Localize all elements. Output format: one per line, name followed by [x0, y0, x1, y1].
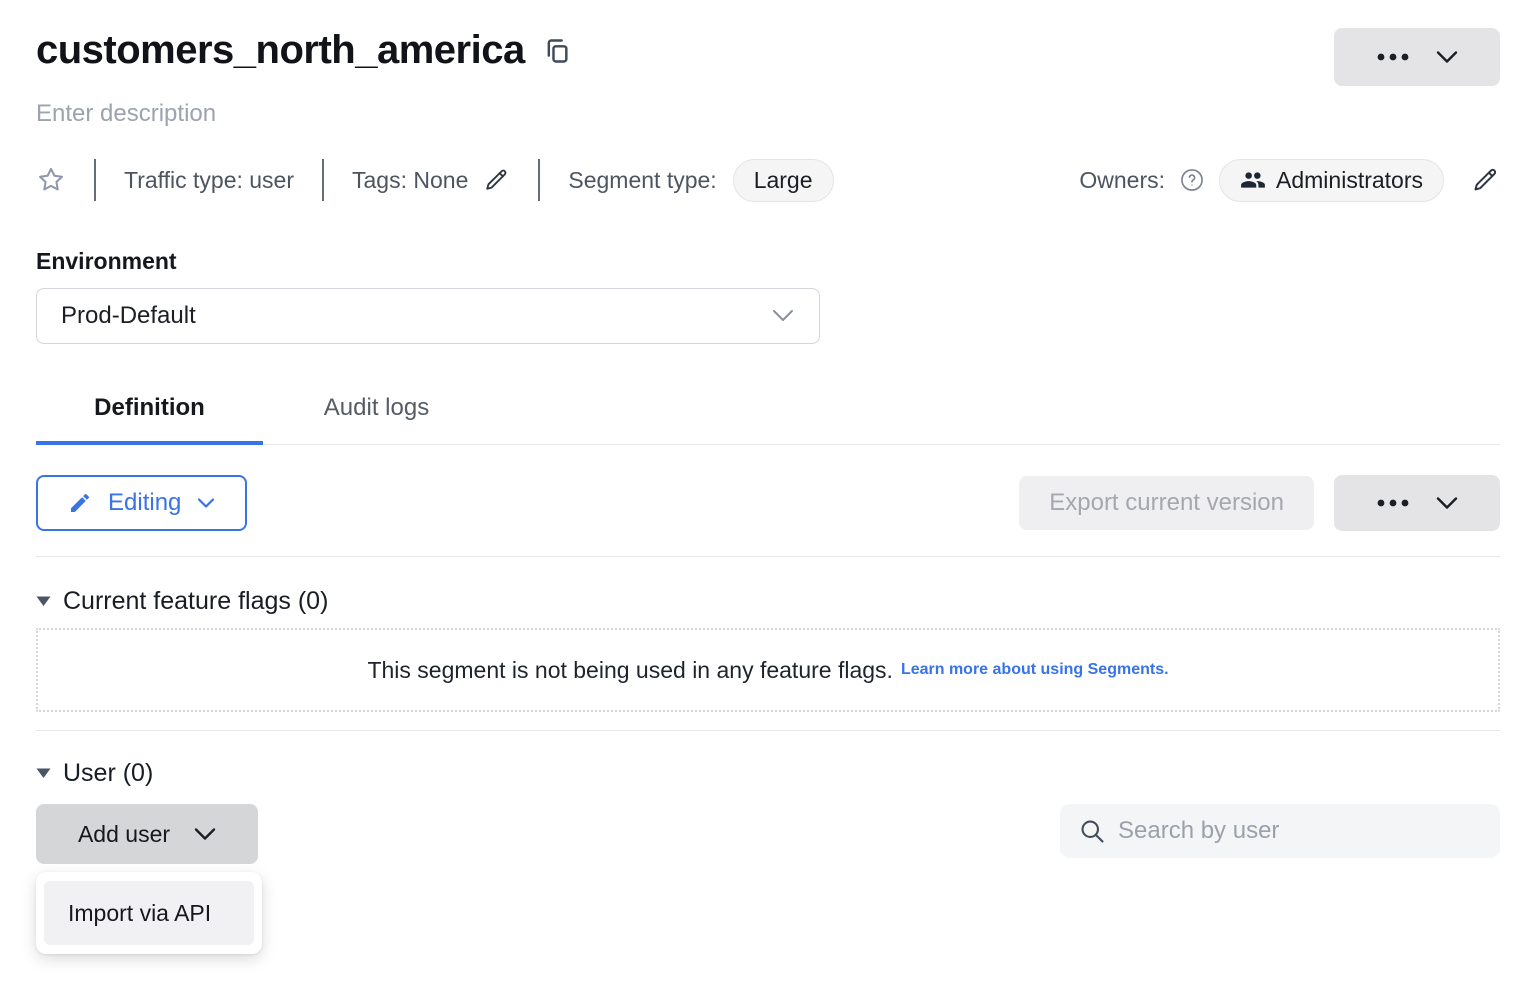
- owners-label: Owners:: [1079, 167, 1165, 194]
- feature-flags-section-header[interactable]: Current feature flags (0): [36, 587, 1500, 616]
- owners-help-button[interactable]: [1179, 167, 1205, 193]
- meta-divider: [538, 159, 540, 201]
- divider: [36, 556, 1500, 557]
- environment-selected-value: Prod-Default: [61, 302, 196, 330]
- edit-owners-button[interactable]: [1472, 166, 1500, 194]
- tab-audit-logs[interactable]: Audit logs: [263, 384, 490, 444]
- chevron-down-icon: [771, 308, 795, 324]
- pencil-filled-icon: [68, 491, 92, 515]
- title-wrap: customers_north_america: [36, 28, 571, 73]
- user-search-box: [1060, 804, 1500, 858]
- environment-label: Environment: [36, 248, 1500, 275]
- page-title: customers_north_america: [36, 28, 525, 73]
- search-icon: [1078, 817, 1106, 845]
- copy-icon: [543, 37, 571, 65]
- feature-flags-empty-state: This segment is not being used in any fe…: [36, 628, 1500, 712]
- chevron-down-icon: [1436, 50, 1458, 64]
- add-user-wrap: Add user Import via API: [36, 804, 258, 864]
- tab-definition[interactable]: Definition: [36, 384, 263, 444]
- empty-state-text: This segment is not being used in any fe…: [367, 657, 892, 684]
- owners-badge[interactable]: Administrators: [1219, 159, 1444, 202]
- add-user-dropdown-menu: Import via API: [36, 872, 262, 954]
- favorite-star-button[interactable]: [36, 165, 66, 195]
- description-placeholder[interactable]: Enter description: [36, 100, 1500, 128]
- question-circle-icon: [1179, 167, 1205, 193]
- user-section-title: User (0): [63, 759, 153, 788]
- meta-divider: [322, 159, 324, 201]
- ellipsis-icon: [1376, 498, 1410, 508]
- owners-group: Owners: Administrators: [1079, 159, 1500, 202]
- triangle-down-icon: [36, 596, 51, 607]
- search-by-user-input[interactable]: [1118, 817, 1482, 845]
- star-outline-icon: [36, 165, 66, 195]
- pencil-icon: [484, 167, 510, 193]
- user-actions-row: Add user Import via API: [36, 804, 1500, 864]
- definition-toolbar: Editing Export current version: [36, 475, 1500, 531]
- triangle-down-icon: [36, 768, 51, 779]
- copy-title-button[interactable]: [543, 37, 571, 65]
- learn-more-link[interactable]: Learn more about using Segments.: [901, 661, 1169, 679]
- tags-label: Tags: None: [352, 167, 468, 194]
- owners-value: Administrators: [1276, 167, 1423, 194]
- editing-label: Editing: [108, 489, 181, 517]
- header-more-button[interactable]: [1334, 28, 1500, 86]
- environment-select[interactable]: Prod-Default: [36, 288, 820, 344]
- traffic-type-label: Traffic type: user: [124, 167, 294, 194]
- chevron-down-icon: [194, 827, 216, 841]
- menu-item-import-via-api[interactable]: Import via API: [44, 881, 254, 945]
- segment-detail-page: customers_north_america Enter descriptio…: [0, 0, 1536, 1002]
- edit-tags-button[interactable]: [484, 167, 510, 193]
- pencil-icon: [1472, 166, 1500, 194]
- export-current-version-button[interactable]: Export current version: [1019, 476, 1314, 530]
- meta-row: Traffic type: user Tags: None Segment ty…: [36, 158, 1500, 202]
- add-user-button[interactable]: Add user: [36, 804, 258, 864]
- people-icon: [1240, 167, 1266, 193]
- ellipsis-icon: [1376, 52, 1410, 62]
- tab-bar: Definition Audit logs: [36, 384, 1500, 445]
- chevron-down-icon: [197, 497, 215, 509]
- toolbar-more-button[interactable]: [1334, 475, 1500, 531]
- segment-type-label: Segment type:: [568, 167, 716, 194]
- divider: [36, 730, 1500, 731]
- header: customers_north_america: [36, 28, 1500, 86]
- chevron-down-icon: [1436, 496, 1458, 510]
- add-user-label: Add user: [78, 821, 170, 848]
- segment-type-badge: Large: [733, 159, 834, 202]
- meta-divider: [94, 159, 96, 201]
- toolbar-right: Export current version: [1019, 475, 1500, 531]
- editing-mode-button[interactable]: Editing: [36, 475, 247, 531]
- user-section-header[interactable]: User (0): [36, 759, 1500, 788]
- feature-flags-section-title: Current feature flags (0): [63, 587, 328, 616]
